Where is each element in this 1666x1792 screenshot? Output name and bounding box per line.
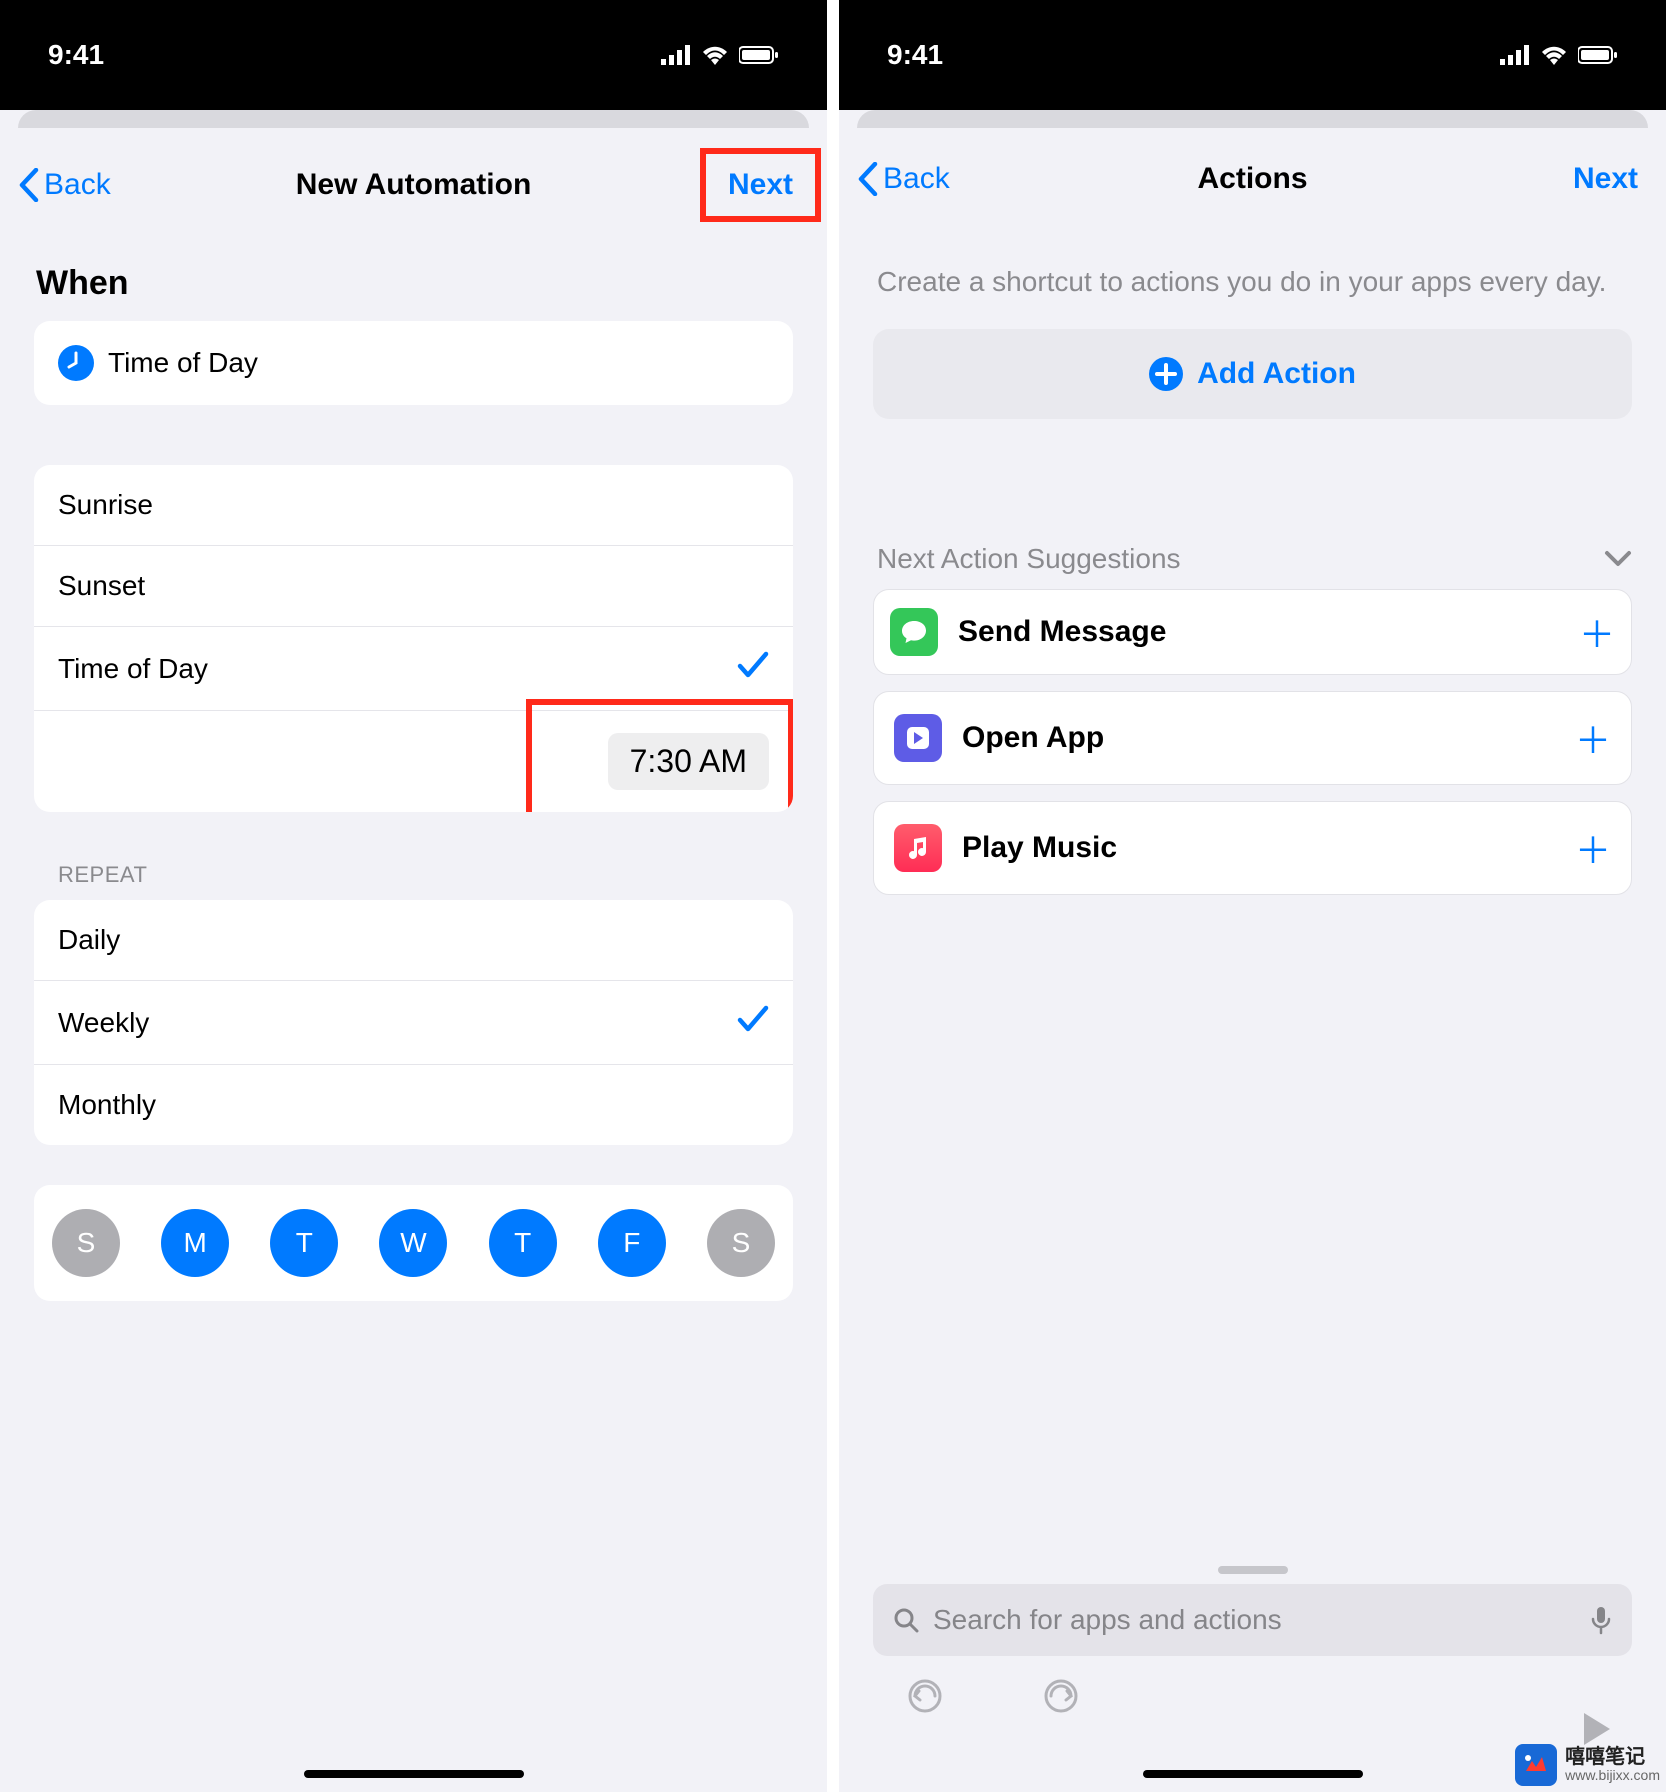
watermark: 嘻嘻笔记 www.bijixx.com	[1515, 1744, 1660, 1786]
back-label: Back	[883, 162, 950, 196]
day-wed[interactable]: W	[379, 1209, 447, 1277]
add-action-label: Add Action	[1197, 357, 1356, 391]
suggestion-label: Open App	[962, 721, 1555, 755]
option-time-of-day[interactable]: Time of Day	[34, 627, 793, 711]
time-options-card: Sunrise Sunset Time of Day 7:30 AM	[34, 465, 793, 812]
wifi-icon	[701, 45, 729, 65]
next-label: Next	[1573, 162, 1638, 195]
plus-icon[interactable]: ＋	[1579, 606, 1615, 658]
repeat-card: Daily Weekly Monthly	[34, 900, 793, 1145]
status-icons	[661, 45, 779, 65]
trigger-row[interactable]: Time of Day	[34, 321, 793, 405]
mic-icon[interactable]	[1590, 1605, 1612, 1635]
time-value: 7:30 AM	[630, 743, 747, 779]
home-indicator[interactable]	[304, 1770, 524, 1778]
next-button[interactable]: Next	[700, 148, 821, 222]
time-picker-row[interactable]: 7:30 AM	[34, 711, 793, 812]
time-pill[interactable]: 7:30 AM	[608, 733, 769, 790]
option-sunset-label: Sunset	[58, 570, 145, 602]
search-input[interactable]: Search for apps and actions	[873, 1584, 1632, 1656]
option-time-of-day-label: Time of Day	[58, 653, 208, 685]
nav-bar: Back Actions Next	[839, 128, 1666, 230]
suggestion-send-message[interactable]: Send Message ＋	[873, 589, 1632, 675]
search-placeholder: Search for apps and actions	[933, 1604, 1576, 1636]
repeat-weekly[interactable]: Weekly	[34, 981, 793, 1065]
day-tue[interactable]: T	[270, 1209, 338, 1277]
clock-icon	[58, 345, 94, 381]
drag-handle[interactable]	[1218, 1566, 1288, 1574]
check-icon	[737, 651, 769, 686]
days-of-week: S M T W T F S	[34, 1185, 793, 1301]
search-panel: Search for apps and actions	[839, 1552, 1666, 1714]
search-icon	[893, 1607, 919, 1633]
sheet-background-peek	[857, 110, 1648, 128]
watermark-logo	[1515, 1744, 1557, 1786]
phone-left: 9:41 Back New Automation Next When Time …	[0, 0, 827, 1792]
battery-icon	[1578, 45, 1618, 65]
wifi-icon	[1540, 45, 1568, 65]
day-sat[interactable]: S	[707, 1209, 775, 1277]
trigger-label: Time of Day	[108, 347, 258, 379]
status-bar: 9:41	[839, 0, 1666, 110]
day-sun[interactable]: S	[52, 1209, 120, 1277]
chevron-left-icon	[18, 168, 40, 202]
option-sunrise[interactable]: Sunrise	[34, 465, 793, 546]
check-icon	[737, 1005, 769, 1040]
suggestion-label: Send Message	[958, 615, 1559, 649]
chevron-down-icon	[1604, 550, 1632, 568]
cellular-icon	[1500, 45, 1530, 65]
repeat-daily[interactable]: Daily	[34, 900, 793, 981]
redo-icon[interactable]	[1043, 1678, 1079, 1714]
plus-circle-icon	[1149, 357, 1183, 391]
suggestion-label: Play Music	[962, 831, 1555, 865]
trigger-card: Time of Day	[34, 321, 793, 405]
repeat-daily-label: Daily	[58, 924, 120, 956]
home-indicator[interactable]	[1143, 1770, 1363, 1778]
back-button[interactable]: Back	[857, 162, 950, 196]
nav-title: New Automation	[296, 168, 532, 202]
status-icons	[1500, 45, 1618, 65]
cellular-icon	[661, 45, 691, 65]
add-action-button[interactable]: Add Action	[873, 329, 1632, 419]
sheet-background-peek	[18, 110, 809, 128]
shortcuts-app-icon	[894, 714, 942, 762]
suggestion-play-music[interactable]: Play Music ＋	[873, 801, 1632, 895]
plus-icon[interactable]: ＋	[1575, 822, 1611, 874]
undo-icon[interactable]	[907, 1678, 943, 1714]
back-button[interactable]: Back	[18, 168, 111, 202]
next-button[interactable]: Next	[1573, 162, 1638, 196]
repeat-monthly[interactable]: Monthly	[34, 1065, 793, 1145]
watermark-title: 嘻嘻笔记	[1565, 1747, 1660, 1768]
back-label: Back	[44, 168, 111, 202]
watermark-url: www.bijixx.com	[1565, 1768, 1660, 1783]
day-thu[interactable]: T	[489, 1209, 557, 1277]
day-fri[interactable]: F	[598, 1209, 666, 1277]
repeat-monthly-label: Monthly	[58, 1089, 156, 1121]
repeat-label: REPEAT	[58, 862, 793, 888]
description-text: Create a shortcut to actions you do in y…	[873, 230, 1632, 329]
chevron-left-icon	[857, 162, 879, 196]
messages-app-icon	[890, 608, 938, 656]
suggestions-header[interactable]: Next Action Suggestions	[877, 543, 1632, 575]
option-sunrise-label: Sunrise	[58, 489, 153, 521]
when-header: When	[36, 264, 793, 303]
status-time: 9:41	[48, 39, 104, 71]
plus-icon[interactable]: ＋	[1575, 712, 1611, 764]
toolbar-row	[873, 1656, 1632, 1714]
next-label: Next	[728, 168, 793, 201]
suggestion-open-app[interactable]: Open App ＋	[873, 691, 1632, 785]
play-icon	[1580, 1711, 1612, 1747]
repeat-weekly-label: Weekly	[58, 1007, 149, 1039]
status-bar: 9:41	[0, 0, 827, 110]
phone-right: 9:41 Back Actions Next Create a shortcut…	[839, 0, 1666, 1792]
status-time: 9:41	[887, 39, 943, 71]
option-sunset[interactable]: Sunset	[34, 546, 793, 627]
battery-icon	[739, 45, 779, 65]
day-mon[interactable]: M	[161, 1209, 229, 1277]
suggestions-header-label: Next Action Suggestions	[877, 543, 1181, 575]
nav-title: Actions	[1197, 162, 1307, 196]
music-app-icon	[894, 824, 942, 872]
nav-bar: Back New Automation Next	[0, 128, 827, 242]
